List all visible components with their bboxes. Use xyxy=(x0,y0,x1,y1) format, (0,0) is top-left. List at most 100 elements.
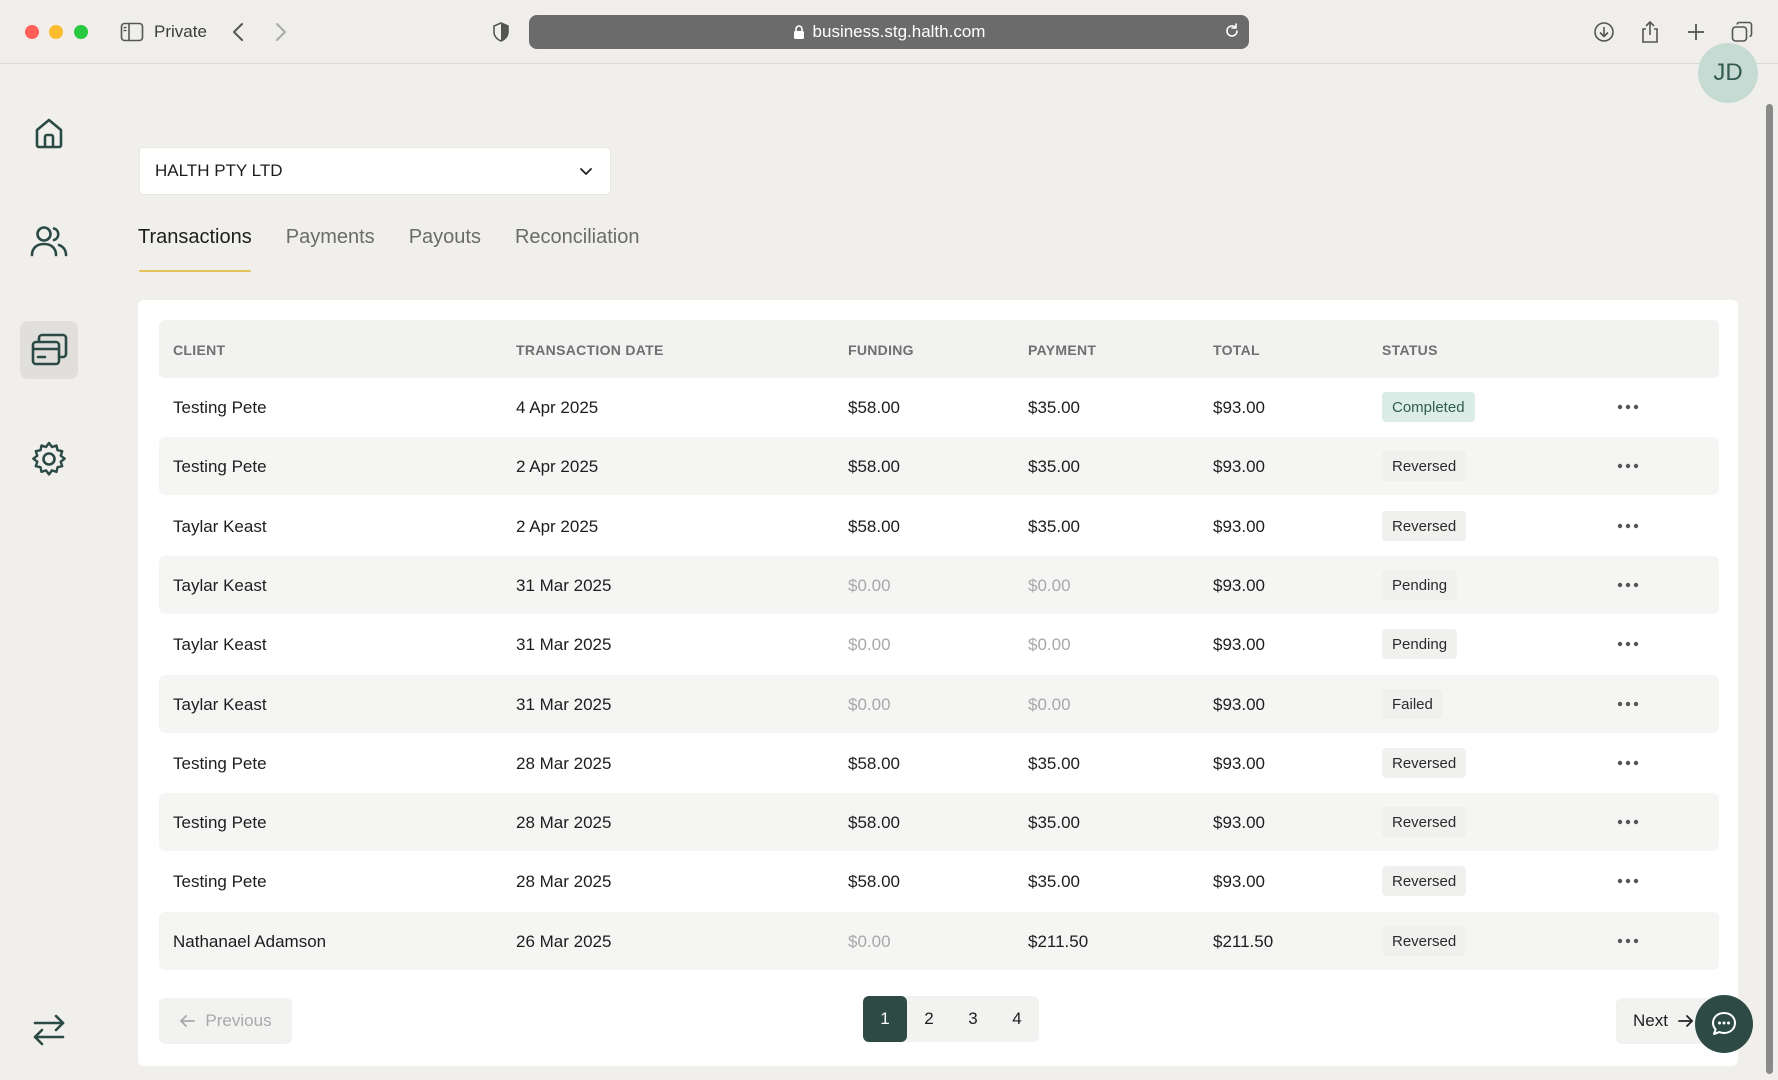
column-header-date: TRANSACTION DATE xyxy=(516,342,664,358)
address-bar[interactable]: business.stg.halth.com xyxy=(529,15,1249,49)
row-actions-menu-icon[interactable] xyxy=(1613,866,1643,896)
private-label: Private xyxy=(154,22,207,41)
chat-icon xyxy=(1710,1010,1738,1038)
chevron-down-icon xyxy=(578,163,594,179)
row-actions-menu-icon[interactable] xyxy=(1613,392,1643,422)
reload-icon[interactable] xyxy=(1223,22,1241,40)
cell-transaction-date: 28 Mar 2025 xyxy=(516,754,612,773)
switch-account-icon[interactable] xyxy=(20,1001,78,1059)
row-actions-menu-icon[interactable] xyxy=(1613,629,1643,659)
page-scrollbar[interactable] xyxy=(1766,104,1773,1074)
status-badge: Failed xyxy=(1382,689,1443,719)
table-row[interactable]: Taylar Keast 31 Mar 2025 $0.00 $0.00 $93.00 P… xyxy=(159,615,1719,673)
share-icon[interactable] xyxy=(1636,18,1664,46)
previous-page-button[interactable]: Previous xyxy=(159,998,292,1044)
page-1-button[interactable]: 1 xyxy=(863,996,907,1042)
sidebar-toggle-icon[interactable] xyxy=(118,18,146,46)
column-header-status: STATUS xyxy=(1382,342,1438,358)
cell-payment: $35.00 xyxy=(1028,517,1080,536)
page-3-button[interactable]: 3 xyxy=(951,996,995,1042)
chat-support-button[interactable] xyxy=(1695,995,1753,1053)
cell-funding: $58.00 xyxy=(848,813,900,832)
settings-nav-icon[interactable] xyxy=(20,430,78,488)
table-row[interactable]: Taylar Keast 31 Mar 2025 $0.00 $0.00 $93.00 P… xyxy=(159,556,1719,614)
row-actions-menu-icon[interactable] xyxy=(1613,511,1643,541)
row-actions-menu-icon[interactable] xyxy=(1613,689,1643,719)
status-badge: Completed xyxy=(1382,392,1475,422)
cell-payment: $0.00 xyxy=(1028,576,1071,595)
tab-transactions[interactable]: Transactions xyxy=(138,226,252,272)
table-row[interactable]: Testing Pete 28 Mar 2025 $58.00 $35.00 $93.0… xyxy=(159,852,1719,910)
table-row[interactable]: Taylar Keast 31 Mar 2025 $0.00 $0.00 $93.00 F… xyxy=(159,675,1719,733)
cell-client: Testing Pete xyxy=(173,398,267,417)
cell-client: Taylar Keast xyxy=(173,576,267,595)
cell-transaction-date: 28 Mar 2025 xyxy=(516,872,612,891)
status-badge: Reversed xyxy=(1382,866,1467,896)
minimize-window-button[interactable] xyxy=(49,25,63,39)
row-actions-menu-icon[interactable] xyxy=(1613,570,1643,600)
forward-icon[interactable] xyxy=(267,18,295,46)
page-4-button[interactable]: 4 xyxy=(995,996,1039,1042)
download-icon[interactable] xyxy=(1590,18,1618,46)
user-avatar[interactable]: JD xyxy=(1698,43,1758,103)
table-header: CLIENT TRANSACTION DATE FUNDING PAYMENT … xyxy=(159,320,1719,378)
cell-payment: $35.00 xyxy=(1028,398,1080,417)
row-actions-menu-icon[interactable] xyxy=(1613,748,1643,778)
transactions-card: CLIENT TRANSACTION DATE FUNDING PAYMENT … xyxy=(138,300,1738,1066)
row-actions-menu-icon[interactable] xyxy=(1613,451,1643,481)
tab-reconciliation[interactable]: Reconciliation xyxy=(515,226,640,262)
tab-payments[interactable]: Payments xyxy=(286,226,375,262)
cell-transaction-date: 26 Mar 2025 xyxy=(516,932,612,951)
table-row[interactable]: Taylar Keast 2 Apr 2025 $58.00 $35.00 $93.00… xyxy=(159,497,1719,555)
zoom-window-button[interactable] xyxy=(74,25,88,39)
cell-total: $93.00 xyxy=(1213,813,1265,832)
close-window-button[interactable] xyxy=(25,25,39,39)
cell-client: Nathanael Adamson xyxy=(173,932,327,951)
table-row[interactable]: Testing Pete 4 Apr 2025 $58.00 $35.00 $93.00… xyxy=(159,378,1719,436)
status-badge: Reversed xyxy=(1382,451,1467,481)
cell-client: Testing Pete xyxy=(173,754,267,773)
cell-funding: $58.00 xyxy=(848,754,900,773)
transactions-nav-icon[interactable] xyxy=(20,321,78,379)
cell-transaction-date: 28 Mar 2025 xyxy=(516,813,612,832)
cell-payment: $35.00 xyxy=(1028,872,1080,891)
cell-transaction-date: 31 Mar 2025 xyxy=(516,576,612,595)
column-header-total: TOTAL xyxy=(1213,342,1260,358)
page-2-button[interactable]: 2 xyxy=(907,996,951,1042)
column-header-payment: PAYMENT xyxy=(1028,342,1097,358)
cell-funding: $0.00 xyxy=(848,932,891,951)
privacy-shield-icon[interactable] xyxy=(487,18,515,46)
row-actions-menu-icon[interactable] xyxy=(1613,926,1643,956)
cell-transaction-date: 2 Apr 2025 xyxy=(516,517,599,536)
business-select[interactable]: HALTH PTY LTD xyxy=(139,147,611,195)
table-row[interactable]: Nathanael Adamson 26 Mar 2025 $0.00 $211.50… xyxy=(159,912,1719,970)
status-badge: Pending xyxy=(1382,570,1458,600)
table-row[interactable]: Testing Pete 2 Apr 2025 $58.00 $35.00 $93.00… xyxy=(159,437,1719,495)
status-badge: Reversed xyxy=(1382,807,1467,837)
cell-transaction-date: 4 Apr 2025 xyxy=(516,398,599,417)
cell-payment: $35.00 xyxy=(1028,457,1080,476)
cell-transaction-date: 31 Mar 2025 xyxy=(516,695,612,714)
cell-payment: $35.00 xyxy=(1028,754,1080,773)
cell-transaction-date: 31 Mar 2025 xyxy=(516,635,612,654)
back-icon[interactable] xyxy=(224,18,252,46)
status-badge: Reversed xyxy=(1382,748,1467,778)
arrow-right-icon xyxy=(1678,1014,1694,1028)
tab-overview-icon[interactable] xyxy=(1728,18,1756,46)
new-tab-icon[interactable] xyxy=(1682,18,1710,46)
previous-page-label: Previous xyxy=(205,1011,272,1030)
tab-payouts[interactable]: Payouts xyxy=(409,226,481,262)
lock-icon xyxy=(793,24,805,40)
home-nav-icon[interactable] xyxy=(20,104,78,162)
table-row[interactable]: Testing Pete 28 Mar 2025 $58.00 $35.00 $93.0… xyxy=(159,793,1719,851)
cell-funding: $58.00 xyxy=(848,457,900,476)
cell-client: Taylar Keast xyxy=(173,695,267,714)
cell-total: $93.00 xyxy=(1213,635,1265,654)
column-header-client: CLIENT xyxy=(173,342,226,358)
cell-client: Taylar Keast xyxy=(173,635,267,654)
table-row[interactable]: Testing Pete 28 Mar 2025 $58.00 $35.00 $93.0… xyxy=(159,734,1719,792)
business-select-value: HALTH PTY LTD xyxy=(155,161,283,180)
row-actions-menu-icon[interactable] xyxy=(1613,807,1643,837)
clients-nav-icon[interactable] xyxy=(20,212,78,270)
cell-funding: $0.00 xyxy=(848,695,891,714)
